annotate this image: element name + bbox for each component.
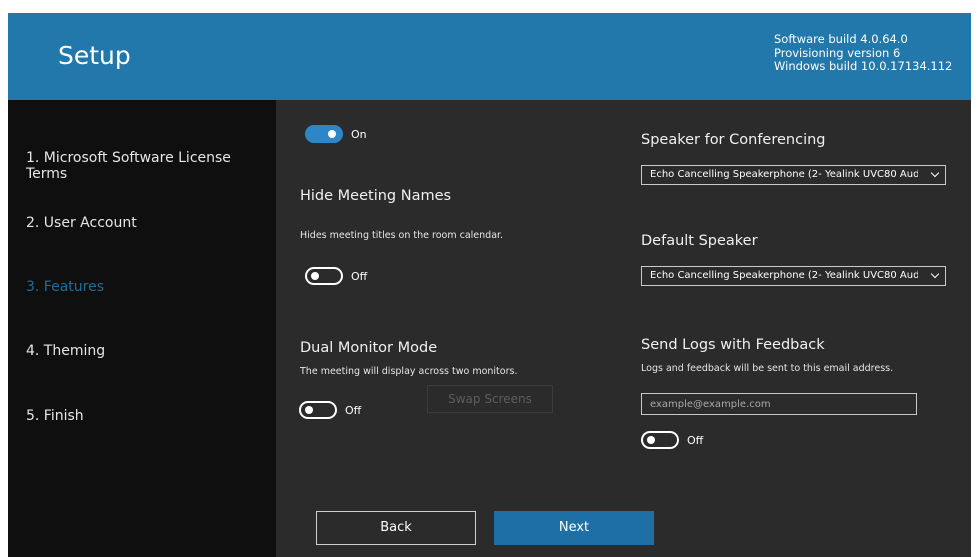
hide-meeting-names-toggle[interactable]: Off (305, 267, 367, 285)
toggle-knob (328, 130, 336, 138)
feedback-email-input[interactable] (641, 393, 917, 415)
sidebar-item-finish[interactable]: 5. Finish (26, 408, 84, 424)
default-speaker-dropdown[interactable]: Echo Cancelling Speakerphone (2- Yealink… (641, 266, 946, 286)
toggle-knob (647, 436, 655, 444)
toggle-state-label: Off (687, 433, 704, 447)
speaker-conferencing-dropdown[interactable]: Echo Cancelling Speakerphone (2- Yealink… (641, 165, 946, 185)
next-button[interactable]: Next (494, 511, 654, 545)
toggle-state-label: Off (351, 269, 368, 283)
toggle-switch[interactable] (299, 401, 337, 419)
hide-meeting-names-title: Hide Meeting Names (300, 188, 452, 204)
provisioning-version-text: Provisioning version 6 (774, 45, 901, 60)
swap-screens-button[interactable]: Swap Screens (427, 385, 553, 413)
sidebar: 1. Microsoft Software License Terms 2. U… (8, 100, 276, 557)
send-logs-description: Logs and feedback will be sent to this e… (641, 363, 894, 374)
chevron-down-icon (930, 168, 940, 178)
build-info: Software build 4.0.64.0 Provisioning ver… (774, 32, 953, 74)
send-logs-title: Send Logs with Feedback (641, 337, 825, 353)
chevron-down-icon (930, 269, 940, 279)
dual-monitor-toggle[interactable]: Off (299, 401, 361, 419)
send-logs-toggle[interactable]: Off (641, 431, 703, 449)
top-feature-toggle[interactable]: On (305, 125, 367, 143)
default-speaker-title: Default Speaker (641, 233, 758, 249)
speaker-conferencing-value: Echo Cancelling Speakerphone (2- Yealink… (650, 169, 918, 180)
sidebar-item-license-terms[interactable]: 1. Microsoft Software License Terms (26, 150, 276, 182)
software-build-text: Software build 4.0.64.0 (774, 32, 908, 46)
toggle-state-label: On (351, 127, 367, 141)
toggle-knob (305, 406, 313, 414)
toggle-switch[interactable] (641, 431, 679, 449)
dual-monitor-title: Dual Monitor Mode (300, 340, 438, 356)
sidebar-item-theming[interactable]: 4. Theming (26, 343, 105, 359)
setup-window: Setup Software build 4.0.64.0 Provisioni… (8, 13, 971, 557)
features-panel: On Hide Meeting Names Hides meeting titl… (276, 100, 971, 557)
sidebar-item-user-account[interactable]: 2. User Account (26, 215, 137, 231)
dual-monitor-description: The meeting will display across two moni… (300, 366, 518, 377)
sidebar-item-features[interactable]: 3. Features (26, 279, 104, 295)
toggle-knob (311, 272, 319, 280)
speaker-conferencing-title: Speaker for Conferencing (641, 132, 826, 148)
toggle-state-label: Off (345, 403, 362, 417)
page-title: Setup (58, 41, 131, 70)
default-speaker-value: Echo Cancelling Speakerphone (2- Yealink… (650, 270, 918, 281)
toggle-switch[interactable] (305, 125, 343, 143)
back-button[interactable]: Back (316, 511, 476, 545)
windows-build-text: Windows build 10.0.17134.112 (774, 59, 953, 73)
toggle-switch[interactable] (305, 267, 343, 285)
header-bar: Setup Software build 4.0.64.0 Provisioni… (8, 13, 971, 100)
hide-meeting-names-description: Hides meeting titles on the room calenda… (300, 230, 504, 241)
